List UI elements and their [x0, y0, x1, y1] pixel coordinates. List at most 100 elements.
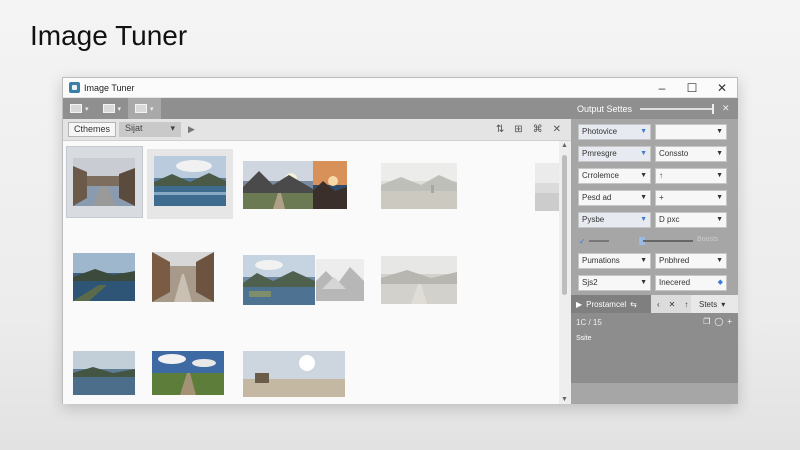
setting-value: D pxc [659, 215, 680, 224]
setting-value: Conssto [659, 149, 689, 158]
thumbnail[interactable] [313, 161, 347, 209]
setting-dropdown[interactable]: ↑ ▼ [655, 168, 727, 184]
panel-header: Output Settes ✕ [571, 98, 738, 119]
save-button[interactable]: Stets ▾ [691, 295, 738, 313]
setting-value: Pysbe [582, 215, 605, 224]
chevron-down-icon: ▼ [716, 172, 723, 179]
chevron-down-icon: ▼ [716, 216, 723, 223]
process-label: Prostamcel [586, 299, 627, 309]
chevron-down-icon: ▾ [150, 105, 154, 113]
setting-value: Pesd ad [582, 193, 612, 202]
close-icon[interactable]: ✕ [722, 103, 738, 114]
chevron-down-icon: ▼ [640, 150, 647, 157]
thumbnail[interactable] [243, 255, 315, 305]
setting-dropdown[interactable]: D pxc ▼ [655, 212, 727, 228]
chevron-down-icon: ▼ [640, 279, 647, 286]
duplicate-icon[interactable]: ❐ [703, 317, 710, 326]
copy-button[interactable]: ▾ [96, 98, 129, 119]
setting-value: Photovice [582, 127, 618, 136]
clear-icon[interactable]: ✕ [553, 124, 561, 135]
page-counter: 1C / 15 [576, 318, 602, 327]
setting-dropdown[interactable]: Photovice ▼ [578, 124, 651, 140]
sort-icon[interactable]: ⇅ [496, 124, 504, 135]
output-settings-panel: Output Settes ✕ Photovice ▼ ▼ Pmresgre ▼ C… [571, 98, 738, 404]
setting-value: Inecered [659, 278, 691, 287]
gallery-scrollbar[interactable]: ▲ ▼ [559, 141, 571, 404]
copy-icon [102, 104, 115, 113]
scroll-up-icon[interactable]: ▲ [561, 142, 568, 149]
setting-dropdown[interactable]: Pmresgre ▼ [578, 146, 651, 162]
command-icon[interactable]: ⌘ [533, 124, 543, 135]
setting-dropdown[interactable]: Pysbe ▼ [578, 212, 651, 228]
setting-value: + [659, 193, 664, 202]
setting-row: Sjs2 ▼ Inecered ◆ [571, 275, 738, 291]
people-button[interactable]: ▾ [128, 98, 161, 119]
maximize-button[interactable]: ☐ [677, 78, 707, 98]
chevron-down-icon: ▼ [716, 194, 723, 201]
setting-dropdown[interactable]: Sjs2 ▼ [578, 275, 651, 291]
chevron-down-icon: ▼ [640, 194, 647, 201]
thumbnail[interactable] [381, 163, 457, 209]
setting-dropdown[interactable]: Crrolemce ▼ [578, 168, 651, 184]
scroll-down-icon[interactable]: ▼ [561, 396, 568, 403]
share-icon[interactable]: ⇆ [630, 300, 637, 309]
thumbnail[interactable] [73, 351, 135, 395]
setting-row: Photovice ▼ ▼ [571, 124, 738, 140]
chevron-down-icon: ▼ [640, 172, 647, 179]
status-text: Ssite [576, 335, 592, 342]
range-min-line [589, 240, 609, 242]
chevron-down-icon: ▾ [117, 105, 122, 113]
add-icon[interactable]: + [727, 317, 732, 326]
circle-icon[interactable]: ◯ [714, 317, 723, 326]
panel-title: Output Settes [577, 103, 633, 114]
thumbnail[interactable] [73, 158, 135, 206]
app-icon [69, 82, 80, 93]
panel-slider[interactable] [640, 103, 714, 114]
filter-chip[interactable]: Cthemes [68, 122, 117, 137]
close-button[interactable]: ✕ [707, 78, 737, 98]
setting-row: Pysbe ▼ D pxc ▼ [571, 212, 738, 228]
setting-dropdown[interactable]: Pnbhred ▼ [655, 253, 727, 269]
setting-value: Crrolemce [582, 171, 619, 180]
grid-icon[interactable]: ⊞ [514, 124, 522, 135]
chevron-down-icon: ▾ [85, 105, 89, 113]
setting-value: Pumations [582, 256, 620, 265]
thumbnail[interactable] [316, 259, 364, 301]
thumbnail[interactable] [535, 163, 559, 211]
import-button[interactable]: ▾ [63, 98, 96, 119]
chevron-down-icon: ▾ [170, 123, 176, 133]
thumbnail[interactable] [152, 351, 224, 395]
setting-value: ↑ [659, 171, 663, 180]
thumbnail[interactable] [381, 256, 457, 304]
thumbnail[interactable] [243, 351, 345, 397]
setting-dropdown[interactable]: + ▼ [655, 190, 727, 206]
thumbnail[interactable] [73, 253, 135, 301]
chevron-down-icon: ▼ [716, 128, 723, 135]
setting-dropdown[interactable]: Conssto ▼ [655, 146, 727, 162]
setting-dropdown[interactable]: ▼ [655, 124, 727, 140]
range-track[interactable] [643, 240, 693, 242]
scroll-thumb[interactable] [562, 155, 567, 295]
close-icon[interactable]: ✕ [669, 300, 676, 309]
toggle-icon[interactable]: ✓ [579, 237, 586, 246]
setting-row: Crrolemce ▼ ↑ ▼ [571, 168, 738, 184]
setting-dropdown[interactable]: Inecered ◆ [655, 275, 727, 291]
diamond-icon: ◆ [717, 279, 723, 286]
save-label: Stets [699, 299, 718, 309]
play-icon[interactable]: ▶ [576, 300, 582, 309]
sort-select-value: Sijat [125, 123, 143, 133]
nav-group: ‹ ✕ ↑ [651, 295, 691, 313]
thumbnail[interactable] [243, 161, 313, 209]
chevron-down-icon: ▼ [716, 257, 723, 264]
chevron-left-icon[interactable]: ‹ [657, 300, 660, 309]
thumbnail[interactable] [152, 252, 214, 302]
setting-dropdown[interactable]: Pesd ad ▼ [578, 190, 651, 206]
play-icon[interactable]: ▶ [188, 124, 195, 135]
setting-value: Sjs2 [582, 278, 598, 287]
panel-footer: 1C / 15 ❐ ◯ + Ssite [571, 313, 738, 383]
arrow-up-icon[interactable]: ↑ [684, 300, 688, 309]
minimize-button[interactable]: – [647, 78, 677, 98]
setting-dropdown[interactable]: Pumations ▼ [578, 253, 651, 269]
sort-select[interactable]: Sijat ▾ [119, 122, 182, 137]
thumbnail[interactable] [154, 156, 226, 206]
